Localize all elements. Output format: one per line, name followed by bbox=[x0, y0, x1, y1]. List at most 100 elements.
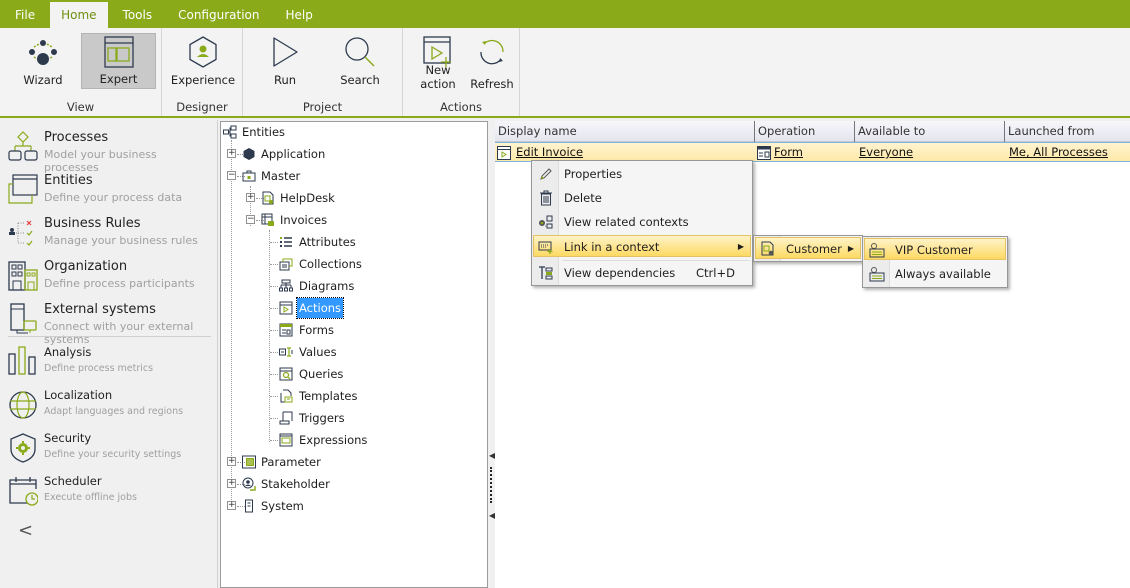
menu-bar: File Home Tools Configuration Help bbox=[0, 0, 1130, 28]
refresh-button[interactable]: Refresh bbox=[469, 33, 515, 93]
menu-item-label: Properties bbox=[564, 167, 623, 181]
run-label: Run bbox=[273, 73, 297, 87]
column-header-display-name[interactable]: Display name bbox=[495, 121, 755, 142]
sidebar-item-entities[interactable]: Entities Define your process data bbox=[8, 172, 213, 215]
experience-label: Experience bbox=[170, 73, 236, 87]
cell-launched-from[interactable]: Me, All Processes bbox=[1009, 143, 1108, 161]
panel-splitter[interactable]: ◀ ◀ bbox=[488, 121, 495, 588]
link-context-icon bbox=[538, 241, 553, 254]
experience-button[interactable]: Experience bbox=[167, 33, 239, 89]
sidebar-item-desc: Connect with your external systems bbox=[44, 320, 194, 346]
expand-toggle[interactable]: + bbox=[227, 479, 236, 488]
ribbon-group-label-designer: Designer bbox=[176, 100, 228, 114]
tree-node-application[interactable]: + Application bbox=[221, 144, 481, 164]
dependencies-icon bbox=[539, 266, 553, 280]
expand-toggle[interactable]: + bbox=[227, 149, 236, 158]
collapse-sidebar-button[interactable]: < bbox=[18, 520, 33, 541]
grid-header: Display name Operation Available to Laun… bbox=[495, 121, 1130, 142]
menu-tab-configuration[interactable]: Configuration bbox=[167, 2, 270, 28]
system-icon bbox=[245, 499, 253, 513]
splitter-grip[interactable] bbox=[490, 467, 492, 503]
menu-tab-home[interactable]: Home bbox=[50, 2, 108, 28]
tree-node-master[interactable]: − Master bbox=[221, 166, 481, 186]
tree-node-forms[interactable]: Forms bbox=[221, 320, 481, 340]
sidebar-item-desc: Define process metrics bbox=[44, 363, 154, 374]
expert-icon bbox=[103, 36, 134, 68]
tree-node-collections[interactable]: Collections bbox=[221, 254, 481, 274]
run-button[interactable]: Run bbox=[251, 33, 319, 89]
column-header-launched-from[interactable]: Launched from bbox=[1005, 121, 1130, 142]
new-action-label: New action bbox=[420, 63, 456, 91]
tree-node-system[interactable]: + System bbox=[221, 496, 481, 516]
menu-item-view-dependencies[interactable]: View dependencies Ctrl+D bbox=[534, 262, 750, 284]
menu-item-vip-customer[interactable]: VIP Customer bbox=[864, 238, 1006, 260]
expand-toggle[interactable]: + bbox=[227, 501, 236, 510]
search-icon bbox=[345, 37, 375, 67]
sidebar-item-scheduler[interactable]: Scheduler Execute offline jobs bbox=[8, 473, 213, 516]
collections-icon bbox=[279, 258, 293, 271]
sidebar-item-localization[interactable]: Localization Adapt languages and regions bbox=[8, 387, 213, 430]
parameter-icon bbox=[242, 455, 256, 469]
tree-node-attributes[interactable]: Attributes bbox=[221, 232, 481, 252]
menu-tab-help[interactable]: Help bbox=[274, 2, 323, 28]
menu-item-properties[interactable]: Properties bbox=[534, 163, 750, 185]
security-icon bbox=[10, 433, 36, 463]
templates-icon bbox=[280, 389, 293, 403]
tree-node-label: Forms bbox=[299, 323, 334, 337]
sidebar-item-processes[interactable]: Processes Model your business processes bbox=[8, 129, 213, 174]
refresh-label: Refresh bbox=[470, 77, 514, 91]
tree-node-stakeholder[interactable]: + Stakeholder bbox=[221, 474, 481, 494]
expand-toggle[interactable]: + bbox=[246, 193, 255, 202]
attributes-icon bbox=[280, 237, 292, 247]
sidebar-item-analysis[interactable]: Analysis Define process metrics bbox=[8, 344, 213, 387]
sidebar-item-title: Security bbox=[44, 431, 92, 445]
tree-node-label: Collections bbox=[299, 257, 362, 271]
menu-item-always-available[interactable]: Always available bbox=[865, 263, 1005, 285]
menu-tab-tools[interactable]: Tools bbox=[112, 2, 164, 28]
tree-node-templates[interactable]: Templates bbox=[221, 386, 481, 406]
sidebar-item-business-rules[interactable]: Business Rules Manage your business rule… bbox=[8, 215, 213, 258]
context-menu: Properties Delete View related contexts … bbox=[531, 160, 753, 286]
cell-display-name[interactable]: Edit Invoice bbox=[516, 143, 583, 161]
tree-node-values[interactable]: Values bbox=[221, 342, 481, 362]
sidebar-item-external-systems[interactable]: External systems Connect with your exter… bbox=[8, 301, 213, 346]
search-button[interactable]: Search bbox=[325, 33, 395, 89]
tree-node-invoices[interactable]: − Invoices bbox=[221, 210, 481, 230]
table-row[interactable]: Edit Invoice Form Everyone Me, All Proce… bbox=[495, 142, 1130, 162]
tree-node-parameter[interactable]: + Parameter bbox=[221, 452, 481, 472]
tree-node-triggers[interactable]: Triggers bbox=[221, 408, 481, 428]
sidebar-item-title: Analysis bbox=[44, 345, 92, 359]
expand-toggle[interactable]: + bbox=[227, 457, 236, 466]
tree-line bbox=[270, 264, 278, 265]
ribbon-group-designer: Experience Designer bbox=[162, 28, 243, 116]
tree-node-helpdesk[interactable]: + HelpDesk bbox=[221, 188, 481, 208]
cell-operation[interactable]: Form bbox=[774, 143, 803, 161]
sidebar-item-organization[interactable]: Organization Define process participants bbox=[8, 258, 213, 301]
cell-available-to[interactable]: Everyone bbox=[859, 143, 913, 161]
expert-button[interactable]: Expert bbox=[81, 33, 156, 89]
tree-node-actions[interactable]: Actions bbox=[221, 297, 481, 319]
tree-node-label: Invoices bbox=[280, 213, 328, 227]
tree-node-label: Parameter bbox=[261, 455, 321, 469]
wizard-button[interactable]: Wizard bbox=[8, 33, 78, 89]
menu-tab-file[interactable]: File bbox=[4, 2, 46, 28]
tree-node-expressions[interactable]: Expressions bbox=[221, 430, 481, 450]
sidebar-item-security[interactable]: Security Define your security settings bbox=[8, 430, 213, 473]
expand-toggle[interactable]: − bbox=[246, 215, 255, 224]
menu-item-label: Link in a context bbox=[564, 240, 660, 254]
menu-item-view-related-contexts[interactable]: View related contexts bbox=[534, 211, 750, 233]
scheduler-icon bbox=[9, 477, 38, 506]
menu-item-link-in-a-context[interactable]: Link in a context ▶ bbox=[533, 235, 751, 257]
tree-node-diagrams[interactable]: Diagrams bbox=[221, 276, 481, 296]
analysis-icon bbox=[8, 346, 36, 375]
menu-item-delete[interactable]: Delete bbox=[534, 187, 750, 209]
tree-node-queries[interactable]: Queries bbox=[221, 364, 481, 384]
column-header-operation[interactable]: Operation bbox=[755, 121, 855, 142]
new-action-button[interactable]: New action bbox=[407, 33, 469, 93]
column-header-available-to[interactable]: Available to bbox=[855, 121, 1005, 142]
entities-icon bbox=[8, 174, 38, 204]
expand-toggle[interactable]: − bbox=[227, 171, 236, 180]
menu-item-customer[interactable]: Customer ▶ bbox=[755, 237, 861, 259]
context-icon bbox=[869, 267, 885, 282]
form-icon bbox=[757, 146, 771, 160]
